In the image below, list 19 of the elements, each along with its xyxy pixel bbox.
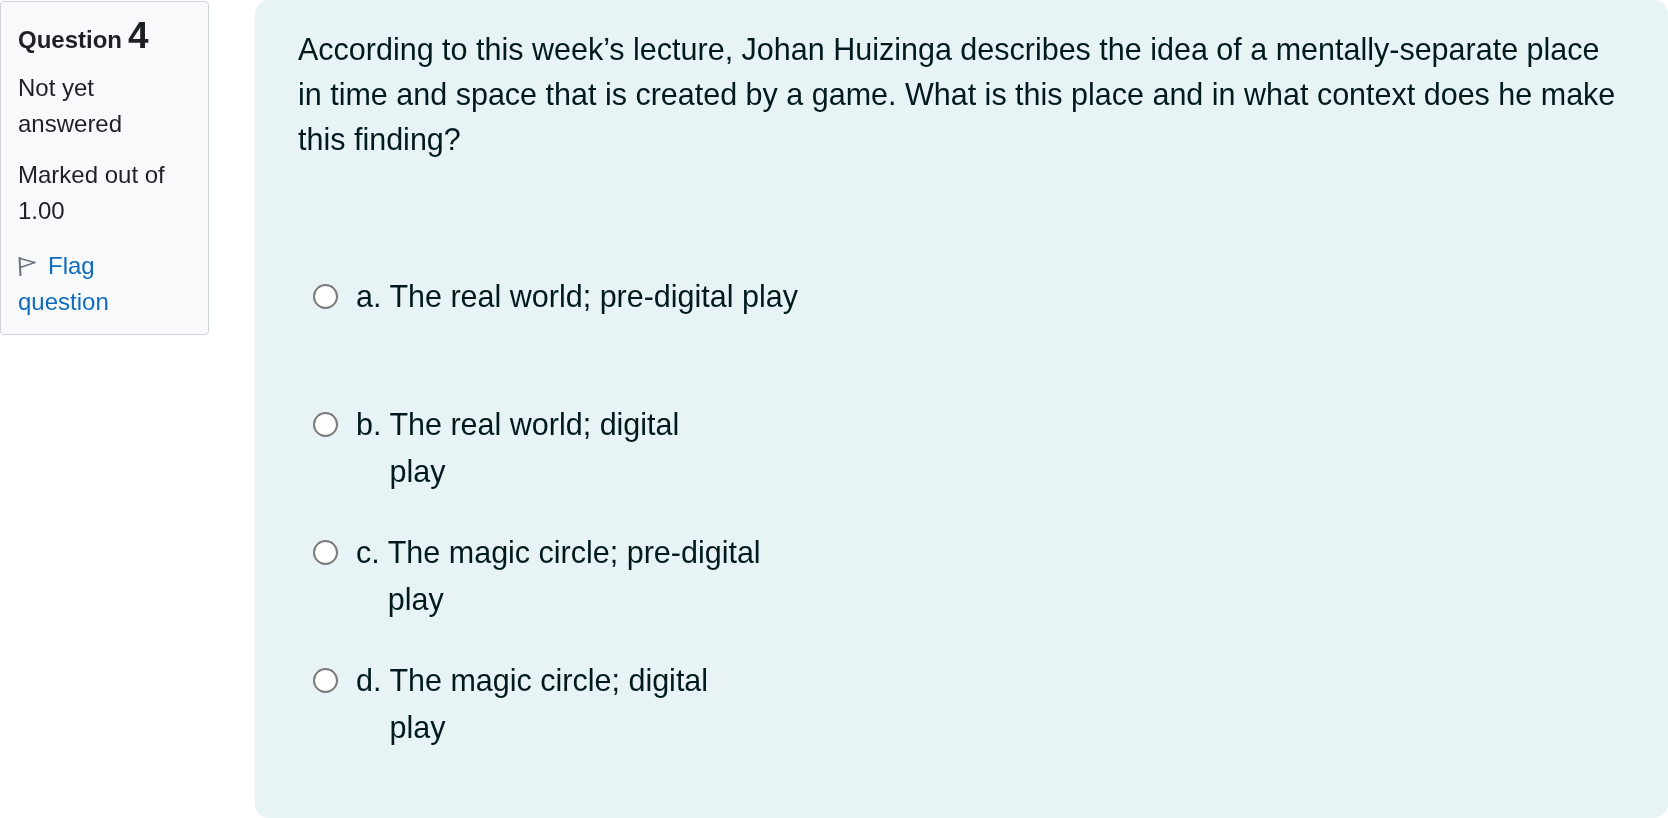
question-label: Question — [18, 25, 122, 55]
radio-button[interactable] — [313, 668, 338, 693]
flag-icon — [18, 256, 37, 277]
radio-button[interactable] — [313, 284, 338, 309]
answer-text[interactable]: The magic circle; digital play — [389, 657, 709, 751]
flag-question-link[interactable]: Flag question — [18, 248, 178, 320]
radio-button[interactable] — [313, 412, 338, 437]
answer-letter: a. — [356, 278, 382, 315]
answer-text[interactable]: The magic circle; pre-digital play — [387, 529, 761, 623]
question-text: According to this week’s lecture, Johan Huizinga describes the idea of a mentally-separate place in time and space that is created by a game. What is this place and in what context does he make this finding? — [298, 31, 1617, 159]
answer-text[interactable]: The real world; digital play — [389, 401, 680, 495]
answer-letter: d. — [356, 662, 382, 699]
question-number: 4 — [128, 16, 149, 56]
answer-status: Not yet answered — [18, 73, 124, 139]
answer-text[interactable]: The real world; pre-digital play — [389, 273, 798, 320]
answer-letter: c. — [356, 534, 380, 571]
radio-button[interactable] — [313, 540, 338, 565]
grade-info: Marked out of 1.00 — [18, 160, 166, 226]
answer-letter: b. — [356, 406, 382, 443]
